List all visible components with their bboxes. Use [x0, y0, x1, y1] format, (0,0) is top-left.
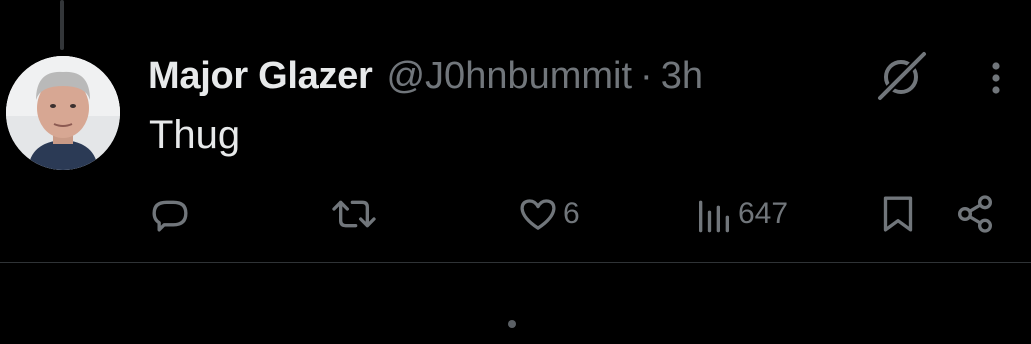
bookmark-button[interactable] [878, 190, 918, 238]
post-divider [0, 262, 1031, 263]
avatar-photo [6, 56, 120, 170]
views-count: 647 [738, 197, 789, 230]
action-bar: 6 647 [0, 190, 1031, 238]
separator-dot: · [640, 55, 653, 97]
like-count: 6 [563, 197, 580, 230]
share-icon [957, 195, 993, 233]
repost-button[interactable] [330, 190, 378, 238]
views-button[interactable]: 647 [694, 190, 788, 238]
like-button[interactable]: 6 [517, 190, 580, 238]
reply-button[interactable] [150, 190, 190, 238]
page-indicator-dot [508, 320, 516, 328]
heart-icon [520, 199, 556, 230]
post-text: Thug [149, 113, 241, 157]
thread-connector-line [60, 0, 64, 50]
avatar[interactable] [6, 56, 120, 170]
grok-icon[interactable] [874, 50, 928, 104]
analytics-icon [699, 200, 729, 233]
more-options-icon[interactable] [980, 58, 1012, 98]
post-header: Major Glazer @J0hnbummit · 3h [148, 52, 703, 100]
reply-icon [152, 200, 188, 232]
repost-icon [332, 200, 376, 228]
user-handle[interactable]: @J0hnbummit [386, 52, 632, 100]
bookmark-icon [883, 196, 913, 232]
post-time[interactable]: 3h [661, 52, 703, 100]
share-button[interactable] [954, 190, 996, 238]
display-name[interactable]: Major Glazer [148, 52, 373, 100]
